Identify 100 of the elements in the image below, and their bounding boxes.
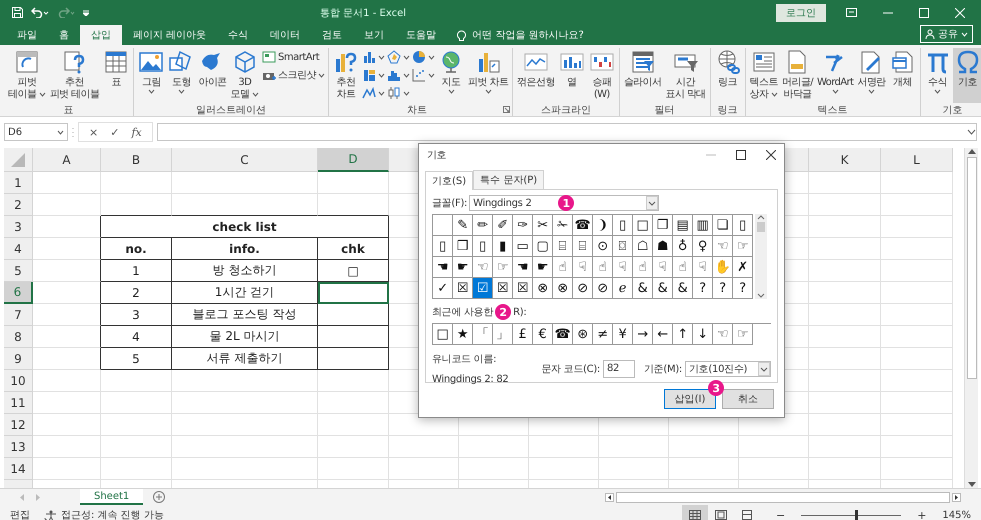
symbol-cell[interactable]: ☞ — [493, 257, 513, 278]
symbol-cell[interactable]: ▮ — [493, 236, 513, 257]
ribbon-button[interactable]: 링크 — [712, 48, 743, 103]
symbol-cell[interactable]: ☟ — [573, 257, 593, 278]
symbol-cell[interactable]: ? — [693, 278, 713, 299]
symbol-cell[interactable]: & — [633, 278, 653, 299]
symbol-cell[interactable]: □ — [633, 215, 653, 236]
symbol-cell[interactable]: ⊗ — [533, 278, 553, 299]
column-header[interactable]: K — [809, 148, 881, 172]
ribbon-button[interactable]: 시간 표시 막대 — [663, 48, 708, 103]
symbol-cell[interactable]: ▭ — [513, 236, 533, 257]
symbol-cell[interactable]: → — [633, 324, 653, 345]
symbol-cell[interactable]: ▤ — [673, 215, 693, 236]
symbol-cell[interactable]: ☟ — [613, 257, 633, 278]
column-header[interactable]: D — [318, 148, 389, 172]
symbol-cell[interactable]: ✏ — [473, 215, 493, 236]
symbol-cell[interactable]: ☛ — [453, 257, 473, 278]
symbol-cell[interactable]: ? — [733, 278, 753, 299]
ribbon-button[interactable]: SmartArt — [261, 49, 326, 65]
accessibility-status[interactable]: 접근성: 계속 진행 가능 — [61, 508, 164, 520]
symbol-cell[interactable]: ← — [653, 324, 673, 345]
ribbon-tab[interactable]: 보기 — [353, 25, 396, 45]
column-header[interactable]: B — [101, 148, 172, 172]
ribbon-button[interactable]: 개체 — [888, 48, 918, 103]
symbol-cell[interactable]: ✎ — [453, 215, 473, 236]
symbol-cell[interactable]: ☎ — [553, 324, 573, 345]
symbol-cell[interactable]: ✐ — [493, 215, 513, 236]
symbol-cell[interactable]: ▯ — [733, 215, 753, 236]
from-dropdown[interactable]: 기호(10진수) — [685, 360, 771, 376]
symbol-cell[interactable]: ☑ — [473, 278, 493, 299]
ribbon-button[interactable]: 표 — [101, 48, 132, 103]
symbol-cell[interactable]: □ — [433, 324, 453, 345]
symbol-cell[interactable]: ☗ — [653, 236, 673, 257]
symbol-cell[interactable]: ▯ — [433, 236, 453, 257]
row-header[interactable]: 14 — [4, 458, 33, 480]
ribbon-button[interactable]: 승패 (W) — [586, 48, 617, 103]
name-box[interactable]: D6 — [4, 123, 68, 141]
ribbon-button[interactable]: 열 — [556, 48, 587, 103]
symbol-cell[interactable]: ☝ — [673, 257, 693, 278]
symbol-cell[interactable]: ★ — [453, 324, 473, 345]
symbol-cell[interactable]: 「 — [473, 324, 493, 345]
symbol-cell[interactable]: ❩ — [593, 215, 613, 236]
ribbon-tab[interactable]: 검토 — [311, 25, 354, 45]
ribbon-button[interactable]: 피벗 테이블 — [6, 48, 48, 103]
symbol-cell[interactable]: ⌸ — [573, 236, 593, 257]
row-header[interactable]: 13 — [4, 436, 33, 458]
dialog-tab[interactable]: 특수 문자(P) — [473, 170, 544, 189]
symbol-cell[interactable]: ☎ — [573, 215, 593, 236]
symbol-cell[interactable]: ✁ — [553, 215, 573, 236]
symbol-cell[interactable]: ❏ — [713, 215, 733, 236]
symbol-cell[interactable]: ¥ — [613, 324, 633, 345]
symbol-cell[interactable]: ☟ — [653, 257, 673, 278]
row-header[interactable]: 3 — [4, 216, 33, 238]
ribbon-tab[interactable]: 수식 — [217, 25, 260, 45]
row-header[interactable]: 2 — [4, 194, 33, 216]
symbol-cell[interactable]: ⊘ — [573, 278, 593, 299]
symbol-cell[interactable]: ☜ — [713, 324, 733, 345]
ribbon-button[interactable]: 추천 피벗 테이블 — [48, 48, 102, 103]
ribbon-button[interactable]: 스크린샷 — [261, 67, 326, 83]
column-header[interactable]: C — [172, 148, 318, 172]
row-header[interactable]: 5 — [4, 260, 33, 282]
symbol-cell[interactable]: ▢ — [533, 236, 553, 257]
symbol-cell[interactable]: ☜ — [473, 257, 493, 278]
symbol-cell[interactable]: ❐ — [653, 215, 673, 236]
row-header[interactable]: 10 — [4, 370, 33, 392]
symbol-cell[interactable]: ☚ — [513, 257, 533, 278]
column-header[interactable]: L — [881, 148, 953, 172]
ribbon-tab[interactable]: 페이지 레이아웃 — [122, 25, 218, 45]
ribbon-button[interactable]: 텍스트 상자 — [748, 48, 780, 103]
ribbon-tab[interactable]: 파일 — [6, 25, 48, 45]
ribbon-button[interactable]: 슬라이서 — [622, 48, 664, 103]
symbol-cell[interactable]: ↑ — [673, 324, 693, 345]
symbol-cell[interactable]: ♁ — [673, 236, 693, 257]
ribbon-button[interactable]: 수식 — [922, 48, 953, 103]
share-button[interactable]: 공유 — [920, 25, 973, 43]
symbol-cell[interactable]: ☚ — [433, 257, 453, 278]
symbol-cell[interactable]: ☜ — [713, 236, 733, 257]
symbol-cell[interactable]: & — [673, 278, 693, 299]
ribbon-tab[interactable]: 도움말 — [395, 25, 448, 45]
column-header[interactable]: A — [33, 148, 101, 172]
ribbon-button[interactable]: 피벗 차트 — [466, 48, 510, 103]
symbol-cell[interactable]: ▯ — [473, 236, 493, 257]
ribbon-button[interactable]: 도형 — [166, 48, 196, 103]
dialog-tab[interactable]: 기호(S) — [425, 171, 474, 190]
symbol-cell[interactable]: ℯ — [613, 278, 633, 299]
symbol-cell[interactable]: ❒ — [453, 236, 473, 257]
cancel-entry-button[interactable]: × — [89, 126, 98, 138]
zoom-out-button[interactable]: − — [774, 508, 788, 520]
row-header[interactable]: 12 — [4, 414, 33, 436]
symbol-cell[interactable]: ✂ — [533, 215, 553, 236]
symbol-cell[interactable]: ☞ — [733, 236, 753, 257]
ribbon-button[interactable]: 그림 — [136, 48, 166, 103]
symbol-cell[interactable]: ☖ — [633, 236, 653, 257]
symbol-cell[interactable]: ⌸ — [553, 236, 573, 257]
login-button[interactable]: 로그인 — [776, 4, 826, 22]
row-header[interactable]: 4 — [4, 238, 33, 260]
symbol-cell[interactable]: ↓ — [693, 324, 713, 345]
symbol-cell[interactable]: ☝ — [593, 257, 613, 278]
ribbon-button[interactable]: 지도 — [436, 48, 466, 103]
ribbon-button[interactable]: 꺾은선형 — [515, 48, 557, 103]
